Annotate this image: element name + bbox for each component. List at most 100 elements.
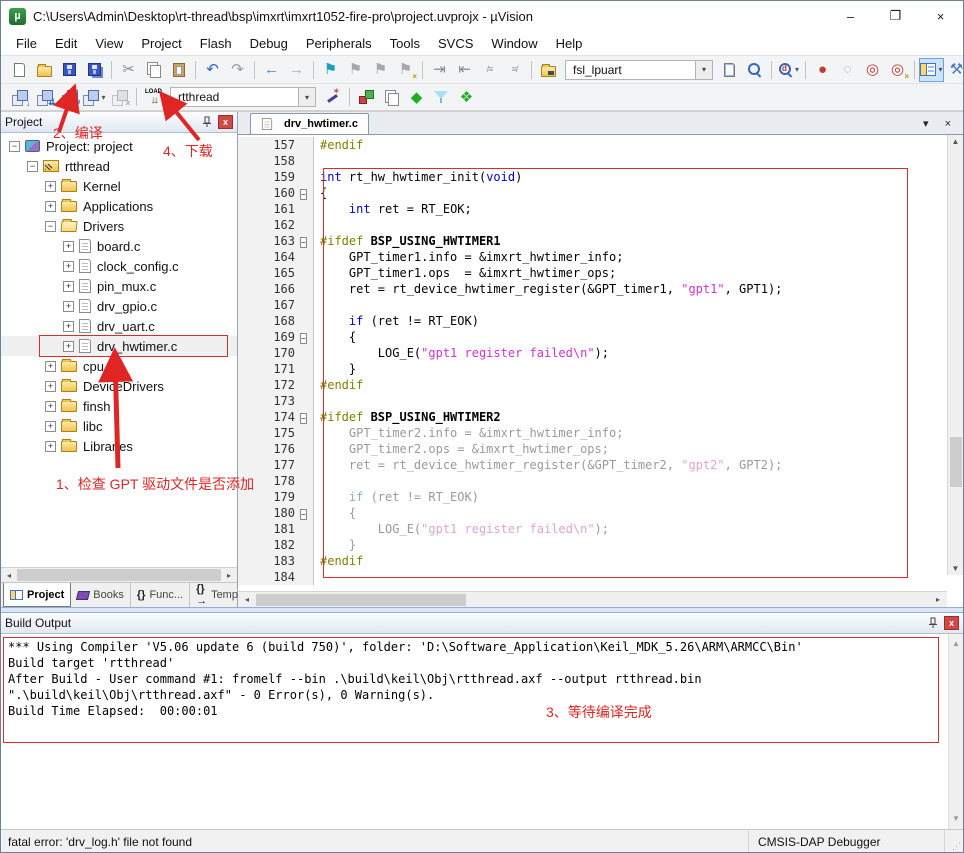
manage-multiproject-button[interactable]: ❖ [455, 86, 478, 108]
target-combobox-value[interactable]: rtthread [170, 87, 298, 107]
fold-marker-icon[interactable]: − [300, 333, 307, 344]
menu-peripherals[interactable]: Peripherals [297, 34, 381, 53]
scroll-left-icon[interactable]: ◂ [240, 595, 254, 604]
unindent-button[interactable]: ⇤ [453, 59, 476, 81]
tree-item-rtthread[interactable]: −rtthread [1, 156, 237, 176]
menu-debug[interactable]: Debug [241, 34, 297, 53]
copy-button[interactable] [142, 59, 165, 81]
editor-vscrollbar[interactable]: ▲ ▼ [947, 135, 963, 575]
menu-view[interactable]: View [86, 34, 132, 53]
scroll-right-icon[interactable]: ▸ [222, 571, 236, 580]
expander-icon[interactable]: + [63, 281, 74, 292]
stop-build-button[interactable]: × [108, 86, 131, 108]
comment-selection-button[interactable]: /≡ [478, 59, 501, 81]
fold-marker-icon[interactable]: − [300, 413, 307, 424]
expander-icon[interactable]: + [63, 341, 74, 352]
target-combobox[interactable]: rtthread▾ [170, 87, 316, 107]
close-project-panel-icon[interactable]: x [218, 115, 233, 129]
download-button[interactable]: LOAD↓↓ [142, 86, 165, 108]
panel-tab-project[interactable]: Project [3, 583, 71, 607]
bookmark-prev-button[interactable]: ⚑ [344, 59, 367, 81]
breakpoint-disable-button[interactable]: ○ [836, 59, 859, 81]
expander-icon[interactable]: + [45, 181, 56, 192]
dropdown-caret-icon[interactable]: ▾ [795, 65, 799, 74]
bookmark-toggle-button[interactable]: ⚑ [319, 59, 342, 81]
expander-icon[interactable]: + [45, 361, 56, 372]
fold-marker-icon[interactable]: − [300, 189, 307, 200]
project-tree-hscrollbar[interactable]: ◂ ▸ [1, 567, 237, 582]
tree-item-cpu[interactable]: +cpu [1, 356, 237, 376]
manage-books-button[interactable]: ◆ [405, 86, 428, 108]
scroll-down-icon[interactable]: ▼ [949, 564, 963, 573]
build-output-content[interactable]: *** Using Compiler 'V5.06 update 6 (buil… [1, 634, 963, 829]
tree-item-drivers[interactable]: −Drivers [1, 216, 237, 236]
menu-flash[interactable]: Flash [191, 34, 241, 53]
dropdown-caret-icon[interactable]: ▾ [938, 65, 942, 74]
tree-item-clock-config-c[interactable]: +clock_config.c [1, 256, 237, 276]
incremental-find-button[interactable] [743, 59, 766, 81]
breakpoint-enable-all-button[interactable]: ◎ [861, 59, 884, 81]
search-combobox-value[interactable]: fsl_lpuart [565, 60, 695, 80]
menu-svcs[interactable]: SVCS [429, 34, 482, 53]
menu-help[interactable]: Help [547, 34, 592, 53]
manage-project-items-button[interactable] [380, 86, 403, 108]
expander-icon[interactable]: + [63, 261, 74, 272]
menu-edit[interactable]: Edit [46, 34, 86, 53]
tree-item-libraries[interactable]: +Libraries [1, 436, 237, 456]
uncomment-selection-button[interactable]: ≡/ [503, 59, 526, 81]
scrollbar-thumb[interactable] [256, 594, 466, 606]
close-tab-icon[interactable]: × [945, 119, 951, 130]
tree-item-drv-uart-c[interactable]: +drv_uart.c [1, 316, 237, 336]
indent-button[interactable]: ⇥ [428, 59, 451, 81]
save-button[interactable] [58, 59, 81, 81]
build-button[interactable]: ⇊ [33, 86, 56, 108]
translate-file-button[interactable]: ↓ [8, 86, 31, 108]
panel-tab-books[interactable]: Books [71, 583, 131, 607]
tree-item-finsh[interactable]: +finsh [1, 396, 237, 416]
expander-icon[interactable]: + [45, 441, 56, 452]
manage-run-time-environment-button[interactable] [355, 86, 378, 108]
menu-project[interactable]: Project [132, 34, 190, 53]
menu-tools[interactable]: Tools [381, 34, 429, 53]
code-lines[interactable]: 157#endif158159int rt_hw_hwtimer_init(vo… [238, 135, 963, 591]
scrollbar-thumb[interactable] [950, 437, 962, 487]
redo-button[interactable]: ↷ [226, 59, 249, 81]
configure-button[interactable]: ⚒ [945, 59, 964, 81]
tree-item-drv-gpio-c[interactable]: +drv_gpio.c [1, 296, 237, 316]
search-combobox[interactable]: fsl_lpuart▾ [565, 60, 713, 80]
editor-hscrollbar[interactable]: ◂ ▸ [238, 591, 947, 607]
find-in-files-button[interactable] [537, 59, 560, 81]
expander-icon[interactable]: + [45, 401, 56, 412]
target-combobox-dropdown-icon[interactable]: ▾ [298, 87, 316, 107]
start-debug-session-button[interactable]: d▾ [777, 59, 800, 81]
build-output-vscrollbar[interactable]: ▲ ▼ [948, 634, 963, 829]
find-button[interactable] [718, 59, 741, 81]
tree-item-drv-hwtimer-c[interactable]: +drv_hwtimer.c [1, 336, 237, 356]
scrollbar-thumb[interactable] [17, 569, 221, 581]
new-file-button[interactable] [8, 59, 31, 81]
scroll-right-icon[interactable]: ▸ [931, 595, 945, 604]
scroll-up-icon[interactable]: ▲ [952, 636, 960, 652]
expander-icon[interactable]: − [9, 141, 20, 152]
close-button[interactable]: × [918, 1, 963, 31]
expander-icon[interactable]: + [63, 321, 74, 332]
bookmark-next-button[interactable]: ⚑ [369, 59, 392, 81]
open-file-button[interactable] [33, 59, 56, 81]
tab-list-dropdown-icon[interactable]: ▾ [923, 119, 929, 130]
expander-icon[interactable]: + [45, 381, 56, 392]
tree-item-pin-mux-c[interactable]: +pin_mux.c [1, 276, 237, 296]
menu-window[interactable]: Window [482, 34, 546, 53]
expander-icon[interactable]: + [45, 201, 56, 212]
project-windows-button[interactable]: ▾ [920, 59, 943, 81]
expander-icon[interactable]: + [63, 241, 74, 252]
pin-icon[interactable] [925, 616, 941, 631]
minimize-button[interactable]: – [828, 1, 873, 31]
select-software-packs-button[interactable] [430, 86, 453, 108]
batch-build-button[interactable]: ▾ [83, 86, 106, 108]
menu-file[interactable]: File [7, 34, 46, 53]
paste-button[interactable] [167, 59, 190, 81]
bookmark-clear-button[interactable]: ⚑× [394, 59, 417, 81]
tree-item-applications[interactable]: +Applications [1, 196, 237, 216]
tree-item-kernel[interactable]: +Kernel [1, 176, 237, 196]
close-build-output-icon[interactable]: x [944, 616, 959, 630]
